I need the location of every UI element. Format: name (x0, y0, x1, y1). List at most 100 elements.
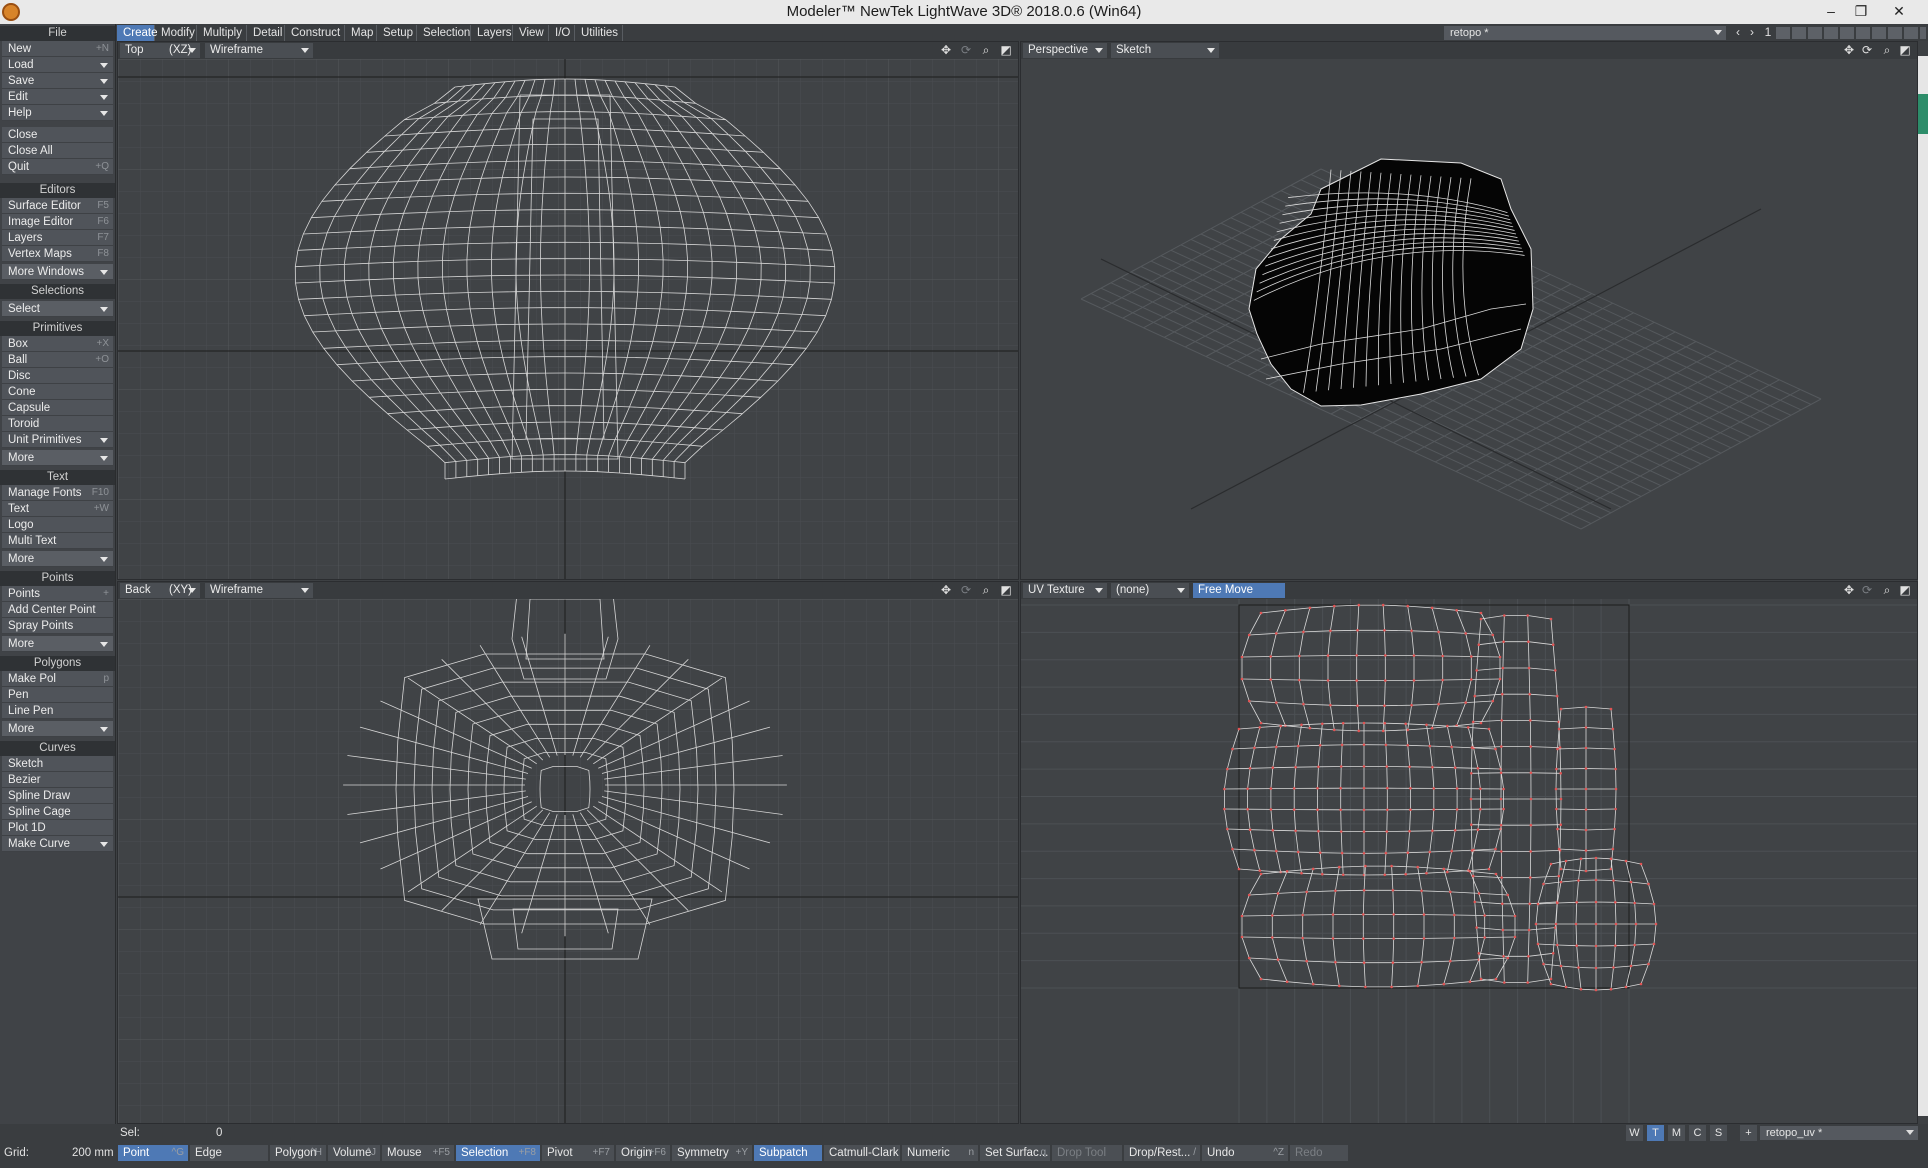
status-drop-rest--button[interactable]: Drop/Rest... / (1124, 1145, 1200, 1161)
tool-bezier[interactable]: Bezier (2, 772, 113, 788)
status-mouse-button[interactable]: Mouse +F5 (382, 1145, 454, 1161)
maximize-viewport-icon[interactable]: ◩ (1897, 43, 1913, 58)
tool-plot-1d[interactable]: Plot 1D (2, 820, 113, 836)
tool-help[interactable]: Help (2, 105, 113, 121)
tool-text[interactable]: Text +W (2, 501, 113, 517)
rotate-view-icon[interactable]: ⟳ (958, 43, 974, 58)
move-view-icon[interactable]: ✥ (938, 583, 954, 598)
tool-new[interactable]: New +N (2, 41, 113, 57)
status-set-surfac--button[interactable]: Set Surfac... q (980, 1145, 1050, 1161)
tool-capsule[interactable]: Capsule (2, 400, 113, 416)
view-axes-select[interactable]: (XZ) (164, 43, 200, 58)
status-subpatch-button[interactable]: Subpatch (754, 1145, 822, 1161)
view-mode-c-button[interactable]: C (1689, 1125, 1706, 1141)
text-more-button[interactable]: More (2, 551, 113, 567)
tab-i-o[interactable]: I/O (549, 25, 575, 41)
tab-create[interactable]: Create (117, 25, 158, 41)
tool-make-curve[interactable]: Make Curve (2, 836, 113, 852)
layer-bank-buttons[interactable] (1776, 27, 1926, 39)
tool-vertex-maps[interactable]: Vertex Maps F8 (2, 246, 113, 262)
primitives-more-button[interactable]: More (2, 450, 113, 466)
viewport-uv[interactable]: UV Texture (none) Free Move ✥ ⟳ ⌕ ◩ (1020, 581, 1918, 1124)
zoom-view-icon[interactable]: ⌕ (1879, 43, 1895, 58)
tab-construct[interactable]: Construct (285, 25, 345, 41)
status-numeric-button[interactable]: Numeric n (902, 1145, 978, 1161)
tab-layers[interactable]: Layers (471, 25, 513, 41)
tool-surface-editor[interactable]: Surface Editor F5 (2, 198, 113, 214)
tool-spline-cage[interactable]: Spline Cage (2, 804, 113, 820)
status-volume-button[interactable]: Volume ^J (328, 1145, 380, 1161)
minimize-button[interactable]: – (1816, 0, 1846, 24)
view-type-select[interactable]: UV Texture (1023, 583, 1107, 598)
tool-manage-fonts[interactable]: Manage Fonts F10 (2, 485, 113, 501)
select-button[interactable]: Select (2, 301, 113, 317)
tool-add-center-point[interactable]: Add Center Point (2, 602, 113, 618)
viewport-canvas[interactable] (1021, 59, 1917, 579)
view-mode-w-button[interactable]: W (1626, 1125, 1643, 1141)
tool-save[interactable]: Save (2, 73, 113, 89)
maximize-viewport-icon[interactable]: ◩ (998, 583, 1014, 598)
render-mode-select[interactable]: Wireframe (205, 583, 313, 598)
tool-ball[interactable]: Ball +O (2, 352, 113, 368)
tool-logo[interactable]: Logo (2, 517, 113, 533)
zoom-view-icon[interactable]: ⌕ (1879, 583, 1895, 598)
tab-detail[interactable]: Detail (247, 25, 285, 41)
tool-line-pen[interactable]: Line Pen (2, 703, 113, 719)
tool-make-pol[interactable]: Make Pol p (2, 671, 113, 687)
maximize-viewport-icon[interactable]: ◩ (1897, 583, 1913, 598)
tool-close[interactable]: Close (2, 127, 113, 143)
tool-disc[interactable]: Disc (2, 368, 113, 384)
status-drop-tool-button[interactable]: Drop Tool (1052, 1145, 1122, 1161)
tab-multiply[interactable]: Multiply (197, 25, 247, 41)
rotate-view-icon[interactable]: ⟳ (1859, 43, 1875, 58)
tab-selection[interactable]: Selection (417, 25, 471, 41)
status-redo-button[interactable]: Redo (1290, 1145, 1348, 1161)
restore-button[interactable]: ❐ (1846, 0, 1876, 24)
status-selection-button[interactable]: Selection +F8 (456, 1145, 540, 1161)
viewport-canvas[interactable] (118, 599, 1018, 1123)
viewport-canvas[interactable] (118, 59, 1018, 579)
tool-layers[interactable]: Layers F7 (2, 230, 113, 246)
status-undo-button[interactable]: Undo ^Z (1202, 1145, 1288, 1161)
uv-map-select[interactable]: (none) (1111, 583, 1189, 598)
close-button[interactable]: ✕ (1884, 0, 1914, 24)
status-catmull-clark-button[interactable]: Catmull-Clark (824, 1145, 900, 1161)
move-view-icon[interactable]: ✥ (1841, 583, 1857, 598)
viewport-back[interactable]: Back (XY) Wireframe ✥ ⟳ ⌕ ◩ (117, 581, 1019, 1124)
object-selector[interactable]: retopo * (1444, 26, 1726, 40)
tool-spray-points[interactable]: Spray Points (2, 618, 113, 634)
view-type-select[interactable]: Back (120, 583, 164, 598)
tool-cone[interactable]: Cone (2, 384, 113, 400)
viewport-canvas[interactable] (1021, 599, 1917, 1123)
tab-setup[interactable]: Setup (377, 25, 417, 41)
tool-points[interactable]: Points + (2, 586, 113, 602)
status-edge-button[interactable]: Edge (190, 1145, 268, 1161)
tool-image-editor[interactable]: Image Editor F6 (2, 214, 113, 230)
tool-load[interactable]: Load (2, 57, 113, 73)
polygons-more-button[interactable]: More (2, 721, 113, 737)
viewport-top[interactable]: Top (XZ) Wireframe ✥ ⟳ ⌕ ◩ (117, 41, 1019, 580)
status-point-button[interactable]: Point ^G (118, 1145, 188, 1161)
view-type-select[interactable]: Perspective (1023, 43, 1107, 58)
status-symmetry-button[interactable]: Symmetry +Y (672, 1145, 752, 1161)
rotate-view-icon[interactable]: ⟳ (1859, 583, 1875, 598)
maximize-viewport-icon[interactable]: ◩ (998, 43, 1014, 58)
more-windows-button[interactable]: More Windows (2, 264, 113, 280)
zoom-view-icon[interactable]: ⌕ (978, 43, 994, 58)
tool-pen[interactable]: Pen (2, 687, 113, 703)
move-view-icon[interactable]: ✥ (938, 43, 954, 58)
view-type-select[interactable]: Top (120, 43, 164, 58)
status-pivot-button[interactable]: Pivot +F7 (542, 1145, 614, 1161)
uv-map-selector[interactable]: retopo_uv * (1760, 1126, 1918, 1140)
next-layer-icon[interactable]: › (1744, 25, 1760, 40)
tab-utilities[interactable]: Utilities (575, 25, 623, 41)
free-move-tool[interactable]: Free Move (1193, 583, 1285, 598)
tool-quit[interactable]: Quit +Q (2, 159, 113, 175)
viewport-perspective[interactable]: Perspective Sketch ✥ ⟳ ⌕ ◩ (1020, 41, 1918, 580)
render-mode-select[interactable]: Sketch (1111, 43, 1219, 58)
render-mode-select[interactable]: Wireframe (205, 43, 313, 58)
move-view-icon[interactable]: ✥ (1841, 43, 1857, 58)
status-origin-button[interactable]: Origin +F6 (616, 1145, 670, 1161)
zoom-view-icon[interactable]: ⌕ (978, 583, 994, 598)
view-axes-select[interactable]: (XY) (164, 583, 200, 598)
